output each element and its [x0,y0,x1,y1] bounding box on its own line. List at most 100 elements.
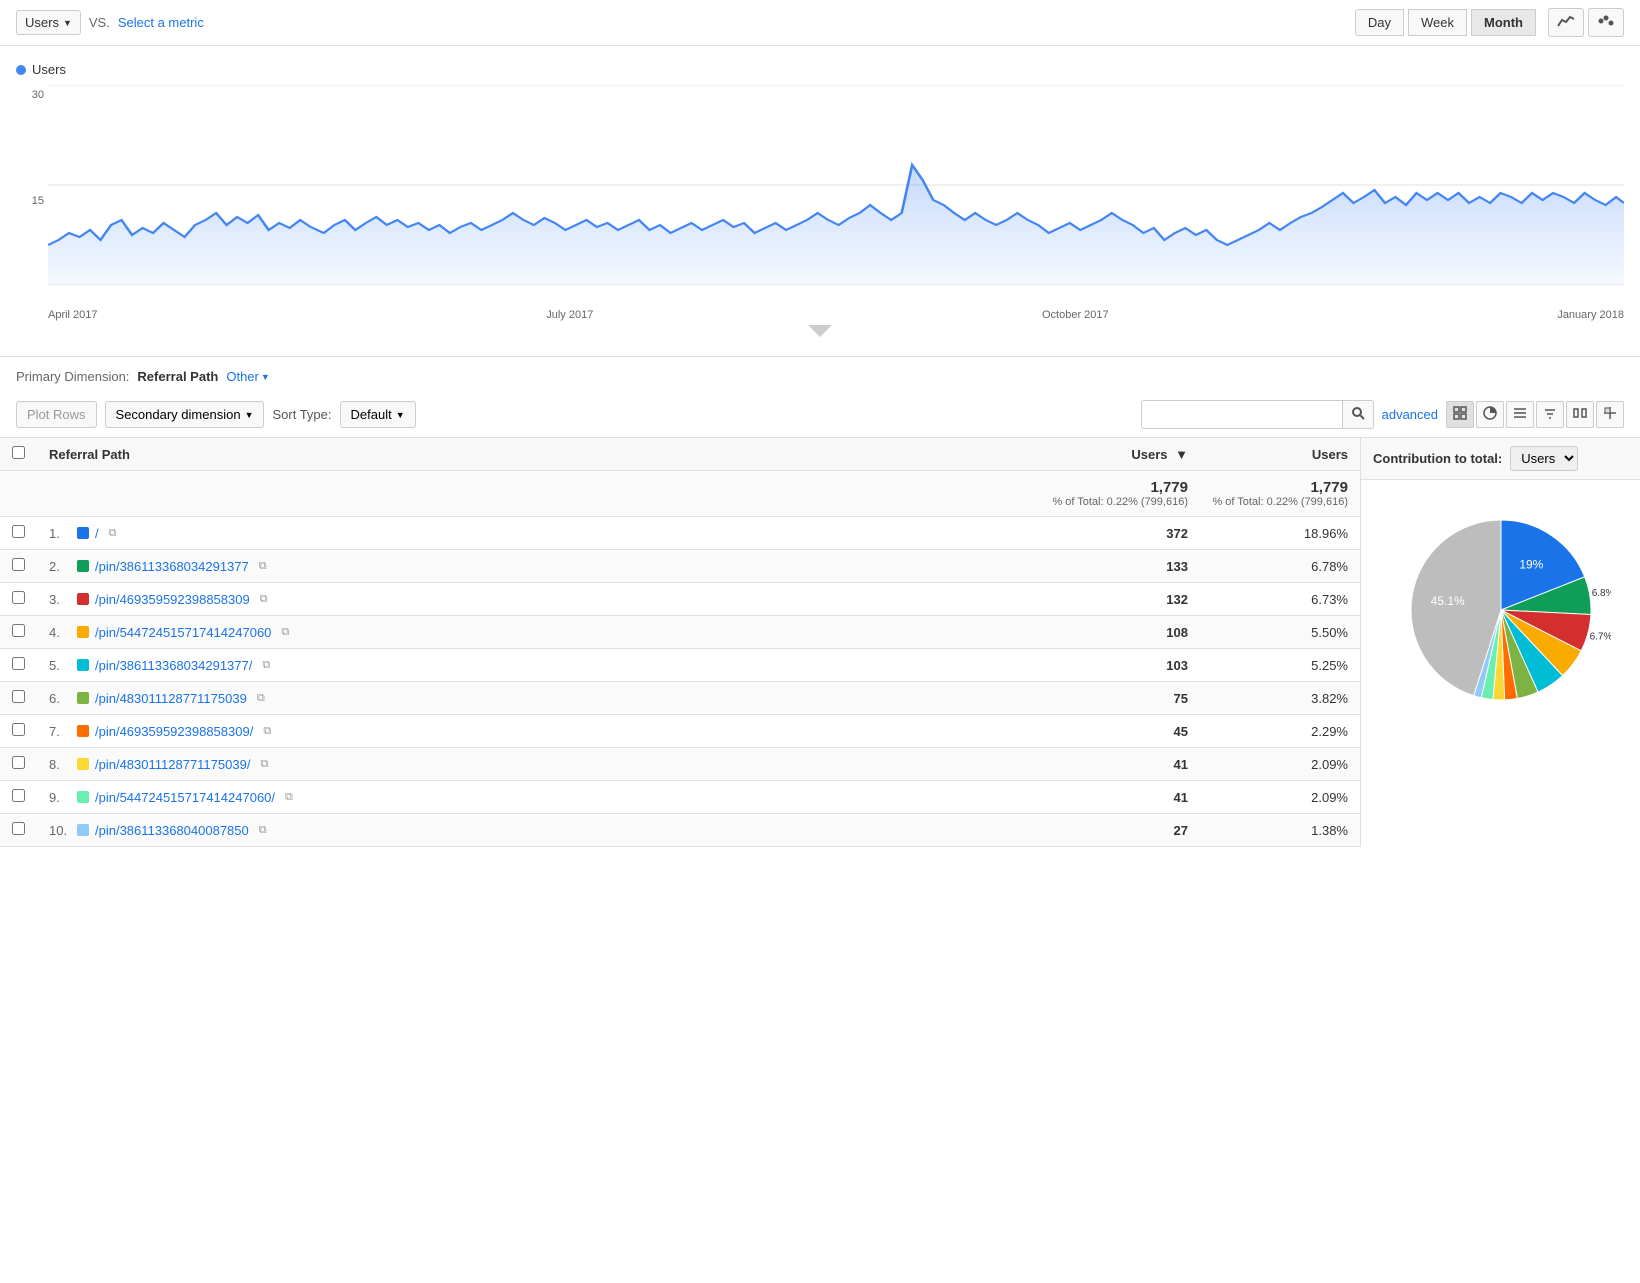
search-button[interactable] [1342,401,1373,428]
row-number: 6. [49,691,71,706]
row-checkbox-cell [0,616,37,649]
top-right: Day Week Month [1355,8,1624,37]
primary-dimension-bar: Primary Dimension: Referral Path Other ▼ [0,357,1640,392]
copy-icon[interactable]: ⧉ [285,791,293,804]
chart-container: 30 15 [16,85,1624,305]
filter-view-button[interactable] [1536,401,1564,428]
dot-chart-icon[interactable] [1588,8,1624,37]
list-view-button[interactable] [1506,401,1534,428]
row-checkbox[interactable] [12,558,25,571]
row-path-link[interactable]: /pin/386113368034291377 [95,559,249,574]
sort-type-label: Sort Type: [272,407,331,422]
sort-default-button[interactable]: Default ▼ [340,401,416,428]
summary-path-cell [37,471,1000,517]
line-chart-icon[interactable] [1548,8,1584,37]
row-path-link[interactable]: /pin/386113368034291377/ [95,658,252,673]
row-path-link[interactable]: /pin/469359592398858309/ [95,724,253,739]
row-path-link[interactable]: /pin/469359592398858309 [95,592,250,607]
row-path-cell: 6. /pin/483011128771175039 ⧉ [37,682,1000,715]
row-path-link[interactable]: /pin/483011128771175039/ [95,757,250,772]
other-button[interactable]: Other ▼ [226,369,269,384]
row-checkbox[interactable] [12,525,25,538]
legend-label: Users [32,62,66,77]
summary-checkbox-cell [0,471,37,517]
row-checkbox[interactable] [12,657,25,670]
search-input[interactable] [1142,402,1342,427]
col-header-users: Users [1200,438,1360,471]
row-checkbox[interactable] [12,591,25,604]
grid-view-button[interactable] [1446,401,1474,428]
copy-icon[interactable]: ⧉ [260,758,268,771]
contribution-metric-select[interactable]: Users [1510,446,1578,471]
table-row: 8. /pin/483011128771175039/ ⧉ 41 2.09% [0,748,1360,781]
row-checkbox[interactable] [12,723,25,736]
col-header-users-sort[interactable]: Users ▼ [1000,438,1200,471]
other-label: Other [226,369,259,384]
row-users-value: 6.73% [1200,583,1360,616]
primary-dim-prefix: Primary Dimension: [16,369,129,384]
view-icons [1548,8,1624,37]
copy-icon[interactable]: ⧉ [281,626,289,639]
chart-svg-wrap [48,85,1624,305]
table-row: 6. /pin/483011128771175039 ⧉ 75 3.82% [0,682,1360,715]
summary-users-cell: 1,779 % of Total: 0.22% (799,616) [1200,471,1360,517]
table-row: 3. /pin/469359592398858309 ⧉ 132 6.73% [0,583,1360,616]
table-row: 9. /pin/544724515717414247060/ ⧉ 41 2.09… [0,781,1360,814]
primary-dim-value: Referral Path [137,369,218,384]
pivot-view-button[interactable] [1596,401,1624,428]
pie-view-button[interactable] [1476,401,1504,428]
row-checkbox[interactable] [12,822,25,835]
row-path-cell: 8. /pin/483011128771175039/ ⧉ [37,748,1000,781]
copy-icon[interactable]: ⧉ [259,824,267,837]
top-bar: Users ▼ VS. Select a metric Day Week Mon… [0,0,1640,46]
week-button[interactable]: Week [1408,9,1467,36]
row-checkbox[interactable] [12,789,25,802]
row-users-sort-value: 41 [1000,748,1200,781]
data-table: Referral Path Users ▼ Users 1,779 % of T… [0,438,1360,847]
select-all-checkbox[interactable] [12,446,25,459]
copy-icon[interactable]: ⧉ [262,659,270,672]
summary-users-sort-value: 1,779 [1012,479,1188,496]
row-number: 9. [49,790,71,805]
row-path-cell: 2. /pin/386113368034291377 ⧉ [37,550,1000,583]
row-path-link[interactable]: /pin/544724515717414247060/ [95,790,275,805]
select-metric-link[interactable]: Select a metric [118,15,204,30]
row-path-link[interactable]: / [95,526,99,541]
row-checkbox-cell [0,682,37,715]
summary-users-sub: % of Total: 0.22% (799,616) [1212,496,1348,508]
metric-dropdown[interactable]: Users ▼ [16,10,81,35]
row-users-value: 3.82% [1200,682,1360,715]
secondary-dim-label: Secondary dimension [116,407,241,422]
copy-icon[interactable]: ⧉ [260,593,268,606]
row-path-link[interactable]: /pin/386113368040087850 [95,823,249,838]
copy-icon[interactable]: ⧉ [257,692,265,705]
row-color-indicator [77,527,89,539]
x-label-jan: January 2018 [1557,309,1624,321]
plot-rows-button[interactable]: Plot Rows [16,401,97,428]
row-checkbox[interactable] [12,690,25,703]
chart-collapse-handle[interactable] [16,325,1624,340]
compare-view-button[interactable] [1566,401,1594,428]
row-checkbox-cell [0,583,37,616]
copy-icon[interactable]: ⧉ [109,527,117,540]
month-button[interactable]: Month [1471,9,1536,36]
day-button[interactable]: Day [1355,9,1404,36]
row-checkbox[interactable] [12,624,25,637]
row-path-link[interactable]: /pin/483011128771175039 [95,691,247,706]
row-users-sort-value: 75 [1000,682,1200,715]
copy-icon[interactable]: ⧉ [263,725,271,738]
pie-label: 19% [1519,558,1543,572]
row-path-link[interactable]: /pin/544724515717414247060 [95,625,271,640]
row-path-cell: 10. /pin/386113368040087850 ⧉ [37,814,1000,847]
row-checkbox-cell [0,649,37,682]
advanced-link[interactable]: advanced [1382,407,1438,422]
row-path-cell: 5. /pin/386113368034291377/ ⧉ [37,649,1000,682]
legend-dot [16,65,26,75]
sort-default-caret: ▼ [396,410,405,420]
row-checkbox[interactable] [12,756,25,769]
row-number: 10. [49,823,71,838]
secondary-dimension-button[interactable]: Secondary dimension ▼ [105,401,265,428]
pie-section: Contribution to total: Users 19%6.8%6.7%… [1360,438,1640,847]
copy-icon[interactable]: ⧉ [259,560,267,573]
row-color-indicator [77,791,89,803]
